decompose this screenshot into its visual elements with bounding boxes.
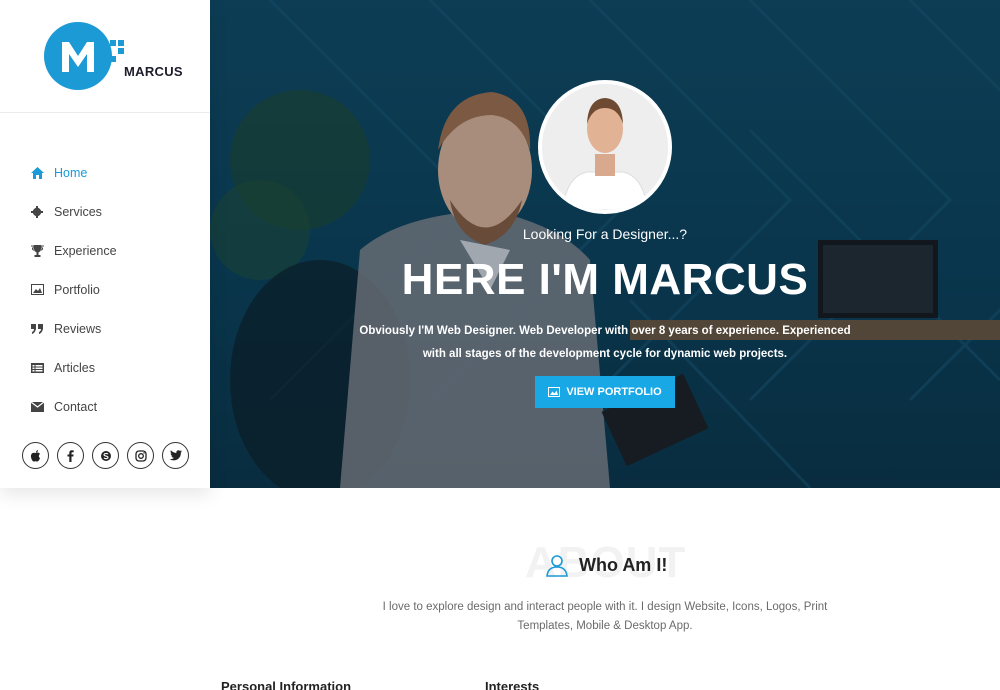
logo-text: MARCUS — [124, 64, 183, 79]
logo-mark-icon — [44, 22, 124, 90]
interests-heading: Interests — [485, 679, 540, 690]
hero-description: Obviously I'M Web Designer. Web Develope… — [359, 325, 851, 360]
nav-item-portfolio[interactable]: Portfolio — [0, 270, 210, 309]
gear-icon — [30, 205, 44, 219]
about-heading: Who Am I! — [579, 554, 668, 575]
nav-item-experience[interactable]: Experience — [0, 231, 210, 270]
nav-label: Portfolio — [54, 282, 100, 297]
list-icon — [30, 361, 44, 375]
image-icon — [30, 283, 44, 297]
hero-tagline: Looking For a Designer...? — [522, 226, 688, 242]
nav-label: Services — [54, 204, 102, 219]
personal-information-heading: Personal Information — [221, 679, 352, 690]
nav-item-reviews[interactable]: Reviews — [0, 309, 210, 348]
main-nav: Home Services Experience Portfolio Revie… — [0, 113, 210, 426]
view-portfolio-label: VIEW PORTFOLIO — [566, 386, 662, 398]
nav-label: Articles — [54, 360, 95, 375]
trophy-icon — [30, 244, 44, 258]
logo[interactable]: MARCUS — [0, 0, 210, 113]
profile-avatar — [538, 80, 672, 214]
about-title: Who Am I! — [545, 553, 667, 577]
nav-item-articles[interactable]: Articles — [0, 348, 210, 387]
image-icon — [548, 387, 561, 397]
quote-icon — [30, 322, 44, 336]
user-icon — [546, 555, 568, 577]
envelope-icon — [30, 400, 44, 414]
facebook-icon[interactable] — [57, 442, 84, 469]
hero-overlay — [210, 0, 1000, 488]
nav-label: Contact — [54, 399, 98, 414]
social-links — [22, 442, 189, 469]
home-icon — [30, 166, 44, 180]
instagram-icon[interactable] — [127, 442, 154, 469]
skype-icon[interactable] — [92, 442, 119, 469]
hero-section: Looking For a Designer...? HERE I'M MARC… — [210, 0, 1000, 488]
nav-item-contact[interactable]: Contact — [0, 387, 210, 426]
view-portfolio-button[interactable]: VIEW PORTFOLIO — [535, 376, 675, 408]
hero-headline: HERE I'M MARCUS — [401, 255, 809, 304]
nav-label: Home — [54, 165, 88, 180]
about-text: I love to explore design and interact pe… — [382, 601, 828, 632]
apple-icon[interactable] — [22, 442, 49, 469]
twitter-icon[interactable] — [162, 442, 189, 469]
nav-label: Reviews — [54, 321, 102, 336]
nav-label: Experience — [54, 243, 117, 258]
nav-item-home[interactable]: Home — [0, 153, 210, 192]
sidebar: MARCUS Home Services Experience Portfoli… — [0, 0, 210, 488]
nav-item-services[interactable]: Services — [0, 192, 210, 231]
